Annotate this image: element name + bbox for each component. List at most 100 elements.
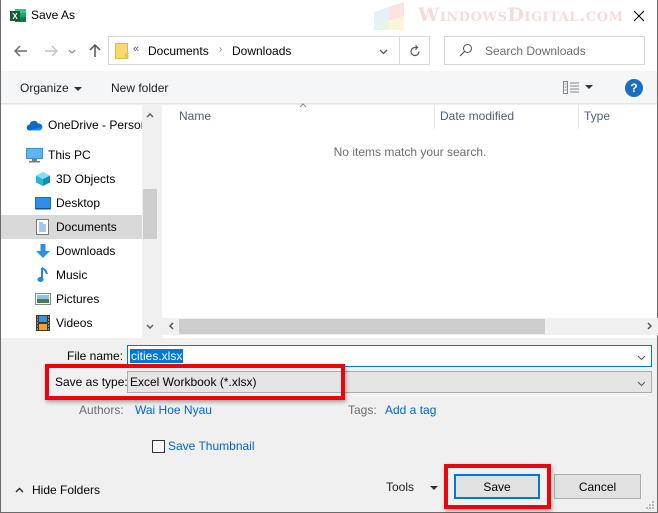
pictures-icon bbox=[34, 291, 51, 307]
chevron-down-icon bbox=[68, 49, 76, 54]
music-icon bbox=[34, 267, 51, 283]
chevron-left-icon bbox=[168, 322, 174, 330]
address-bar[interactable]: « Documents › Downloads bbox=[108, 36, 430, 65]
add-tag-link[interactable]: Add a tag bbox=[385, 403, 436, 417]
watermark-logo-icon bbox=[374, 2, 404, 30]
arrow-left-icon bbox=[14, 45, 27, 57]
chevron-down-icon bbox=[637, 381, 646, 387]
save-button[interactable]: Save bbox=[454, 474, 540, 499]
chevron-up-icon bbox=[15, 487, 24, 493]
navigation-bar: « Documents › Downloads Search Downloads bbox=[1, 31, 657, 71]
scroll-up-button[interactable] bbox=[142, 107, 158, 123]
navpane-vertical-scrollbar[interactable] bbox=[142, 105, 158, 338]
nav-item-label: Pictures bbox=[56, 292, 100, 306]
nav-item-music[interactable]: Music bbox=[1, 263, 142, 287]
nav-item-documents[interactable]: Documents bbox=[1, 215, 142, 239]
resize-grip-icon[interactable] bbox=[645, 500, 655, 510]
chevron-down-icon bbox=[379, 49, 388, 55]
hide-folders-button[interactable]: Hide Folders bbox=[15, 483, 100, 497]
save-thumbnail-label[interactable]: Save Thumbnail bbox=[168, 439, 255, 453]
chevron-right-icon bbox=[646, 322, 652, 330]
scroll-left-button[interactable] bbox=[163, 318, 179, 334]
nav-item-videos[interactable]: Videos bbox=[1, 311, 142, 335]
back-button[interactable] bbox=[11, 41, 31, 61]
sort-ascending-icon bbox=[299, 100, 307, 111]
nav-item-this-pc[interactable]: This PC bbox=[1, 143, 142, 167]
3d-objects-icon bbox=[34, 171, 51, 187]
onedrive-icon bbox=[26, 117, 43, 133]
nav-item-label: This PC bbox=[48, 148, 91, 162]
filelist-horizontal-scrollbar[interactable] bbox=[162, 318, 658, 335]
refresh-button[interactable] bbox=[399, 37, 430, 64]
nav-item-3d-objects[interactable]: 3D Objects bbox=[1, 167, 142, 191]
change-view-button[interactable] bbox=[563, 81, 603, 95]
save-as-type-dropdown[interactable]: Excel Workbook (*.xlsx) bbox=[127, 371, 652, 393]
search-placeholder[interactable]: Search Downloads bbox=[485, 44, 586, 58]
search-icon bbox=[459, 44, 472, 57]
column-header-type[interactable]: Type bbox=[584, 109, 610, 123]
computer-icon bbox=[26, 147, 43, 163]
hide-folders-label: Hide Folders bbox=[32, 483, 101, 497]
column-header-name[interactable]: Name bbox=[179, 109, 211, 123]
forward-button[interactable] bbox=[41, 41, 61, 61]
tools-label: Tools bbox=[386, 480, 415, 494]
nav-item-downloads[interactable]: Downloads bbox=[1, 239, 142, 263]
recent-locations-button[interactable] bbox=[65, 41, 79, 61]
caret-down-icon bbox=[585, 85, 593, 89]
chevron-up-icon bbox=[146, 112, 154, 118]
scrollbar-thumb[interactable] bbox=[179, 319, 545, 334]
scroll-down-button[interactable] bbox=[142, 318, 158, 334]
chevron-down-icon bbox=[146, 323, 154, 329]
nav-item-label: 3D Objects bbox=[56, 172, 116, 186]
search-box[interactable]: Search Downloads bbox=[444, 36, 645, 65]
navigation-pane: OneDrive - Persor This PC 3D Objects Des… bbox=[1, 105, 158, 338]
file-name-value[interactable]: cities.xlsx bbox=[130, 349, 184, 363]
watermark: WindowsDigital.com bbox=[418, 4, 624, 26]
address-dropdown[interactable] bbox=[379, 44, 388, 58]
column-header-date-modified[interactable]: Date modified bbox=[440, 109, 514, 123]
column-divider[interactable] bbox=[434, 105, 435, 129]
tools-button[interactable]: Tools bbox=[386, 480, 439, 494]
file-list: Name Date modified Type No items match y… bbox=[161, 103, 658, 338]
nav-item-onedrive[interactable]: OneDrive - Persor bbox=[1, 113, 142, 137]
arrow-right-icon bbox=[45, 45, 58, 57]
nav-item-label: Music bbox=[56, 268, 88, 282]
scroll-right-button[interactable] bbox=[641, 318, 657, 334]
close-icon bbox=[633, 10, 645, 21]
tags-label: Tags: bbox=[348, 403, 377, 417]
authors-label: Authors: bbox=[79, 403, 124, 417]
new-folder-button[interactable]: New folder bbox=[111, 81, 168, 95]
nav-item-desktop[interactable]: Desktop bbox=[1, 191, 142, 215]
nav-item-label: OneDrive - Persor bbox=[48, 118, 142, 132]
file-name-label: File name: bbox=[67, 349, 124, 363]
breadcrumb-documents[interactable]: Documents bbox=[148, 44, 209, 58]
nav-item-label: Videos bbox=[56, 316, 93, 330]
refresh-icon bbox=[410, 44, 420, 56]
up-button[interactable] bbox=[85, 41, 105, 61]
organize-button[interactable]: Organize bbox=[20, 81, 82, 95]
breadcrumb-downloads[interactable]: Downloads bbox=[232, 44, 291, 58]
save-thumbnail-checkbox[interactable] bbox=[152, 440, 165, 453]
cancel-button[interactable]: Cancel bbox=[554, 474, 641, 499]
authors-value[interactable]: Wai Hoe Nyau bbox=[135, 403, 212, 417]
arrow-up-icon bbox=[89, 44, 101, 57]
scrollbar-thumb[interactable] bbox=[143, 189, 157, 239]
help-icon[interactable]: ? bbox=[625, 79, 643, 97]
folder-icon bbox=[115, 43, 129, 59]
file-name-dropdown[interactable] bbox=[637, 350, 646, 364]
window-title: Save As bbox=[31, 8, 76, 22]
excel-icon: X bbox=[10, 9, 26, 22]
videos-icon bbox=[34, 315, 51, 331]
empty-message: No items match your search. bbox=[333, 145, 487, 159]
nav-item-pictures[interactable]: Pictures bbox=[1, 287, 142, 311]
column-divider[interactable] bbox=[578, 105, 579, 129]
file-name-input[interactable]: cities.xlsx bbox=[127, 345, 652, 367]
save-as-type-arrow[interactable] bbox=[637, 376, 646, 390]
organize-label: Organize bbox=[20, 81, 69, 95]
desktop-icon bbox=[34, 195, 51, 211]
save-as-type-value: Excel Workbook (*.xlsx) bbox=[130, 375, 257, 389]
close-button[interactable] bbox=[621, 0, 657, 31]
caret-down-icon bbox=[73, 86, 82, 91]
breadcrumb-separator[interactable]: › bbox=[219, 44, 222, 55]
breadcrumb-overflow[interactable]: « bbox=[133, 43, 139, 55]
